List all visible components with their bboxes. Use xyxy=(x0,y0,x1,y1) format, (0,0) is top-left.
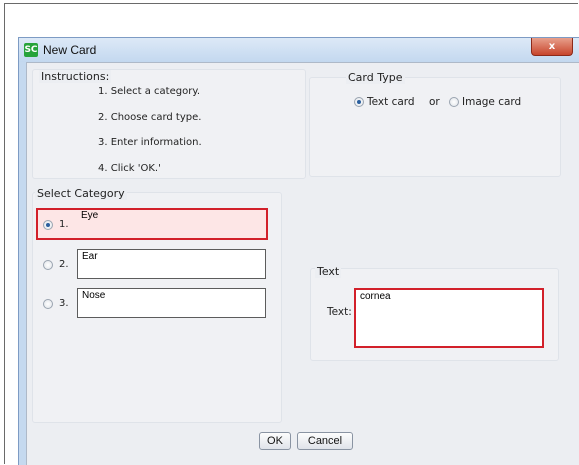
category-3-input[interactable]: Nose xyxy=(77,288,266,318)
new-card-dialog: SC New Card x Instructions: 1. Select a … xyxy=(18,37,579,465)
card-type-legend: Card Type xyxy=(346,71,405,84)
category-1-input[interactable]: Eye xyxy=(77,209,266,237)
text-input[interactable]: cornea xyxy=(354,288,544,348)
image-card-label[interactable]: Image card xyxy=(462,96,521,108)
text-panel: Text Text: cornea xyxy=(310,265,559,361)
close-button[interactable]: x xyxy=(531,38,573,56)
category-1-number: 1. xyxy=(59,219,69,230)
title-bar[interactable]: SC New Card x xyxy=(19,38,579,62)
category-2-radio[interactable] xyxy=(43,260,53,270)
category-3-number: 3. xyxy=(59,298,69,309)
category-2-number: 2. xyxy=(59,259,69,270)
instructions-panel: Instructions: 1. Select a category. 2. C… xyxy=(32,69,306,179)
cancel-button[interactable]: Cancel xyxy=(297,432,353,450)
window-title: New Card xyxy=(43,43,97,57)
select-category-legend: Select Category xyxy=(35,187,127,200)
instructions-legend: Instructions: xyxy=(39,70,112,83)
text-card-label[interactable]: Text card xyxy=(367,96,415,108)
instruction-step-2: 2. Choose card type. xyxy=(98,112,202,123)
instruction-step-1: 1. Select a category. xyxy=(98,86,201,97)
text-field-label: Text: xyxy=(327,306,352,318)
image-card-radio[interactable] xyxy=(449,97,459,107)
app-icon: SC xyxy=(24,43,38,57)
instruction-step-3: 3. Enter information. xyxy=(98,137,202,148)
dialog-client-area: Instructions: 1. Select a category. 2. C… xyxy=(26,62,579,465)
or-label: or xyxy=(429,96,440,108)
instruction-step-4: 4. Click 'OK.' xyxy=(98,163,161,174)
card-type-panel: Card Type Text card or Image card xyxy=(309,71,561,177)
text-card-radio[interactable] xyxy=(354,97,364,107)
text-legend: Text xyxy=(315,265,342,278)
ok-button[interactable]: OK xyxy=(259,432,291,450)
category-2-input[interactable]: Ear xyxy=(77,249,266,279)
category-1-radio[interactable] xyxy=(43,220,53,230)
category-3-radio[interactable] xyxy=(43,299,53,309)
select-category-panel: Select Category 1. Eye 2. Ear 3. Nose xyxy=(32,187,282,423)
